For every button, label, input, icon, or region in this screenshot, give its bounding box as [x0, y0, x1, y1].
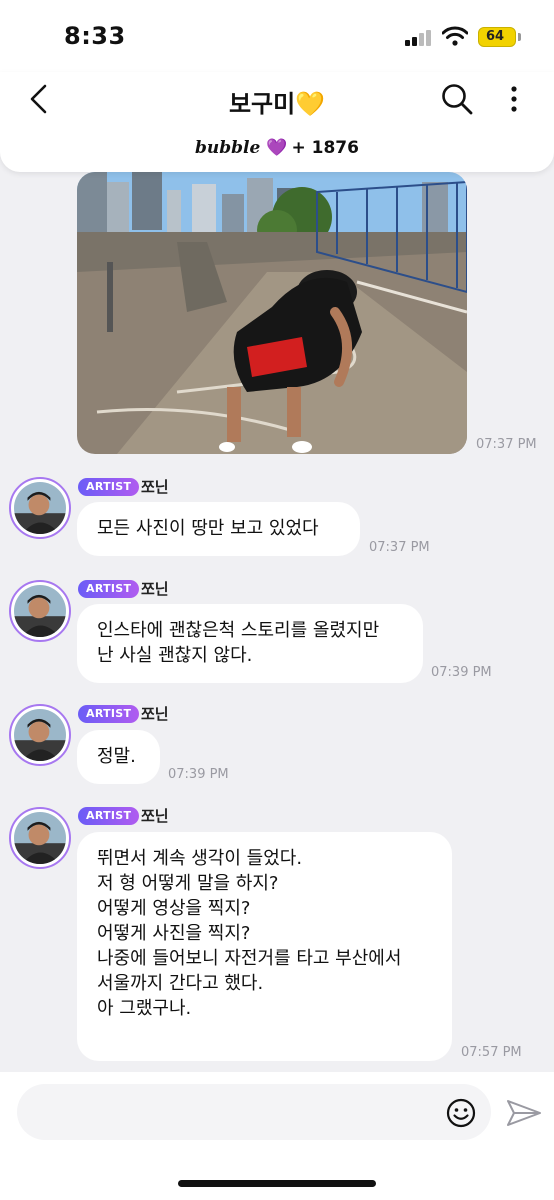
search-icon[interactable] [440, 82, 474, 116]
sender-name: 쪼닌 [141, 807, 169, 825]
subscriber-count: + 1876 [291, 138, 359, 158]
subscriber-row: bubble 💜 + 1876 [0, 138, 554, 158]
avatar[interactable] [9, 807, 71, 869]
avatar-image [14, 482, 66, 534]
sender-name: 쪼닌 [141, 705, 169, 723]
artist-badge: ARTIST [78, 705, 140, 723]
smiley-icon[interactable] [445, 1097, 477, 1129]
sender-name: 쪼닌 [141, 580, 169, 598]
cellular-signal-icon [405, 30, 431, 46]
paper-plane-icon[interactable] [506, 1097, 542, 1129]
sender-name: 쪼닌 [141, 478, 169, 496]
message-timestamp: 07:57 PM [461, 1045, 522, 1060]
battery-icon: 64 [478, 27, 516, 47]
status-time: 8:33 [64, 22, 126, 50]
input-bar [0, 1072, 554, 1200]
avatar-image [14, 709, 66, 761]
status-bar: 8:33 64 [0, 0, 554, 72]
chat-area[interactable]: 07:37 PM ARTIST 쪼닌 모든 사진이 땅만 보고 있었다 07:3… [0, 150, 554, 1072]
heart-icon: 💜 [266, 138, 288, 158]
avatar-image [14, 812, 66, 864]
photo-timestamp: 07:37 PM [476, 437, 537, 452]
more-vertical-icon[interactable] [502, 82, 526, 116]
artist-badge: ARTIST [78, 580, 140, 598]
message-timestamp: 07:37 PM [369, 540, 430, 555]
avatar[interactable] [9, 704, 71, 766]
message-timestamp: 07:39 PM [431, 665, 492, 680]
chat-header: 보구미💛 bubble 💜 + 1876 [0, 72, 554, 172]
avatar-image [14, 585, 66, 637]
message-timestamp: 07:39 PM [168, 767, 229, 782]
message-bubble[interactable]: 뛰면서 계속 생각이 들었다. 저 형 어떻게 말을 하지? 어떻게 영상을 찍… [77, 832, 452, 1061]
avatar[interactable] [9, 580, 71, 642]
message-bubble[interactable]: 모든 사진이 땅만 보고 있었다 [77, 502, 360, 556]
bubble-logo: bubble [195, 138, 261, 158]
battery-level: 64 [485, 29, 505, 44]
shared-photo[interactable] [77, 172, 467, 454]
wifi-icon [442, 26, 468, 46]
message-bubble[interactable]: 정말. [77, 730, 160, 784]
photo-image [77, 172, 467, 454]
message-bubble[interactable]: 인스타에 괜찮은척 스토리를 올렸지만 난 사실 괜찮지 않다. [77, 604, 423, 683]
message-input[interactable] [17, 1084, 491, 1140]
artist-badge: ARTIST [78, 807, 140, 825]
home-indicator [178, 1180, 376, 1187]
artist-badge: ARTIST [78, 478, 140, 496]
battery-tip [518, 33, 521, 41]
avatar[interactable] [9, 477, 71, 539]
